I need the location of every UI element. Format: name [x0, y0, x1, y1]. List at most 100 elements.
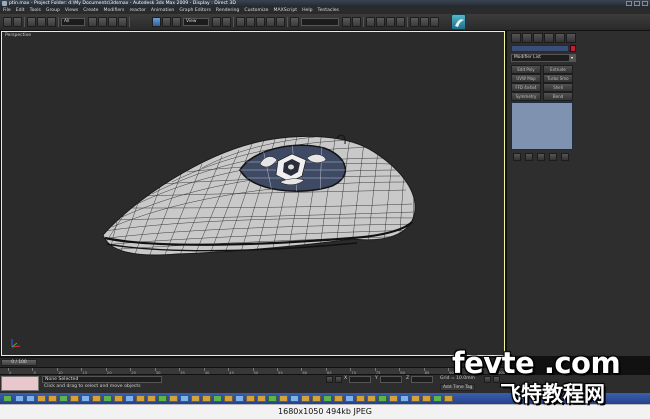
select-and-move-icon[interactable]	[152, 17, 161, 27]
menu-reactor[interactable]: reactor	[129, 8, 145, 13]
select-link-icon[interactable]	[27, 17, 36, 27]
modify-tab-icon[interactable]	[522, 33, 532, 43]
selection-filter-dropdown[interactable]: All	[61, 18, 85, 26]
select-and-rotate-icon[interactable]	[162, 17, 171, 27]
taskbar-app-icon[interactable]	[103, 395, 112, 402]
render-setup-icon[interactable]	[410, 17, 419, 27]
taskbar-app-icon[interactable]	[345, 395, 354, 402]
taskbar-app-icon[interactable]	[125, 395, 134, 402]
taskbar-app-icon[interactable]	[213, 395, 222, 402]
pin-stack-icon[interactable]	[513, 153, 521, 161]
angle-snap-icon[interactable]	[256, 17, 265, 27]
quick-launch-icon[interactable]	[15, 395, 24, 402]
maximize-button[interactable]	[634, 1, 640, 6]
taskbar-app-icon[interactable]	[356, 395, 365, 402]
y-coordinate-field[interactable]	[380, 376, 402, 383]
create-tab-icon[interactable]	[511, 33, 521, 43]
taskbar-app-icon[interactable]	[48, 395, 57, 402]
taskbar-app-icon[interactable]	[389, 395, 398, 402]
select-by-name-icon[interactable]	[98, 17, 107, 27]
layer-manager-icon[interactable]	[366, 17, 375, 27]
edit-named-selection-icon[interactable]	[290, 17, 299, 27]
taskbar-app-icon[interactable]	[268, 395, 277, 402]
curve-editor-icon[interactable]	[376, 17, 385, 27]
menu-create[interactable]: Create	[83, 8, 98, 13]
show-end-result-icon[interactable]	[525, 153, 533, 161]
minimize-button[interactable]	[626, 1, 632, 6]
window-crossing-icon[interactable]	[118, 17, 127, 27]
start-button[interactable]	[3, 395, 12, 402]
track-bar[interactable]: 0 5 10 15 20 25 30 35 40 45 50 55 60 65 70 75 80 85 90 95 10…	[0, 367, 505, 375]
hierarchy-tab-icon[interactable]	[533, 33, 543, 43]
material-editor-icon[interactable]	[396, 17, 405, 27]
maxscript-listener[interactable]	[1, 376, 39, 391]
time-slider-thumb[interactable]: 0 / 100	[1, 359, 37, 366]
modifier-button[interactable]: Symmetry	[511, 92, 541, 101]
modifier-button[interactable]: Bend	[543, 92, 573, 101]
align-icon[interactable]	[352, 17, 361, 27]
quick-launch-icon[interactable]	[26, 395, 35, 402]
taskbar-app-icon[interactable]	[400, 395, 409, 402]
taskbar-app-icon[interactable]	[246, 395, 255, 402]
menu-edit[interactable]: Edit	[16, 8, 25, 13]
taskbar-app-icon[interactable]	[70, 395, 79, 402]
taskbar-app-icon[interactable]	[444, 395, 453, 402]
taskbar-app-icon[interactable]	[92, 395, 101, 402]
menu-help[interactable]: Help	[302, 8, 312, 13]
modifier-button[interactable]: Edit Poly	[511, 65, 541, 74]
menu-tentacles[interactable]: Tentacles	[318, 8, 339, 13]
undo-icon[interactable]	[3, 17, 12, 27]
select-and-scale-icon[interactable]	[172, 17, 181, 27]
modifier-stack[interactable]	[511, 102, 573, 150]
menu-customize[interactable]: Customize	[244, 8, 268, 13]
unlink-icon[interactable]	[37, 17, 46, 27]
taskbar-app-icon[interactable]	[169, 395, 178, 402]
percent-snap-icon[interactable]	[266, 17, 275, 27]
menu-rendering[interactable]: Rendering	[216, 8, 239, 13]
keyboard-shortcut-icon[interactable]	[236, 17, 245, 27]
modifier-button[interactable]: FFD 4x4x4	[511, 83, 541, 92]
menu-animation[interactable]: Animation	[151, 8, 174, 13]
menu-tools[interactable]: Tools	[30, 8, 41, 13]
utilities-tab-icon[interactable]	[566, 33, 576, 43]
taskbar-app-icon[interactable]	[114, 395, 123, 402]
menu-group[interactable]: Group	[46, 8, 60, 13]
named-selection-dropdown[interactable]	[301, 18, 339, 26]
spinner-snap-icon[interactable]	[276, 17, 285, 27]
render-production-icon[interactable]	[430, 17, 439, 27]
taskbar-app-icon[interactable]	[235, 395, 244, 402]
close-button[interactable]	[642, 1, 648, 6]
menu-views[interactable]: Views	[65, 8, 78, 13]
taskbar-app-icon[interactable]	[37, 395, 46, 402]
taskbar-app-icon[interactable]	[224, 395, 233, 402]
make-unique-icon[interactable]	[537, 153, 545, 161]
z-coordinate-field[interactable]	[411, 376, 433, 383]
x-coordinate-field[interactable]	[349, 376, 371, 383]
snaps-toggle-icon[interactable]	[246, 17, 255, 27]
taskbar-app-icon[interactable]	[422, 395, 431, 402]
modifier-button[interactable]: Extrude	[543, 65, 573, 74]
taskbar-app-icon[interactable]	[202, 395, 211, 402]
menu-file[interactable]: File	[3, 8, 11, 13]
taskbar-app-icon[interactable]	[191, 395, 200, 402]
taskbar-app-icon[interactable]	[59, 395, 68, 402]
motion-tab-icon[interactable]	[544, 33, 554, 43]
taskbar-app-icon[interactable]	[279, 395, 288, 402]
modifier-button[interactable]: Turbo Smo	[543, 74, 573, 83]
perspective-viewport[interactable]: Perspective	[1, 31, 505, 356]
object-color-swatch[interactable]	[570, 45, 576, 52]
remove-modifier-icon[interactable]	[549, 153, 557, 161]
select-object-icon[interactable]	[88, 17, 97, 27]
rendered-frame-window-icon[interactable]	[420, 17, 429, 27]
lock-selection-icon[interactable]	[326, 376, 333, 383]
mirror-icon[interactable]	[342, 17, 351, 27]
absolute-mode-icon[interactable]	[335, 376, 342, 383]
select-manipulate-icon[interactable]	[222, 17, 231, 27]
taskbar-app-icon[interactable]	[180, 395, 189, 402]
display-tab-icon[interactable]	[555, 33, 565, 43]
taskbar-app-icon[interactable]	[312, 395, 321, 402]
menu-maxscript[interactable]: MAXScript	[273, 8, 297, 13]
menu-modifiers[interactable]: Modifiers	[103, 8, 124, 13]
taskbar-app-icon[interactable]	[81, 395, 90, 402]
taskbar-app-icon[interactable]	[301, 395, 310, 402]
